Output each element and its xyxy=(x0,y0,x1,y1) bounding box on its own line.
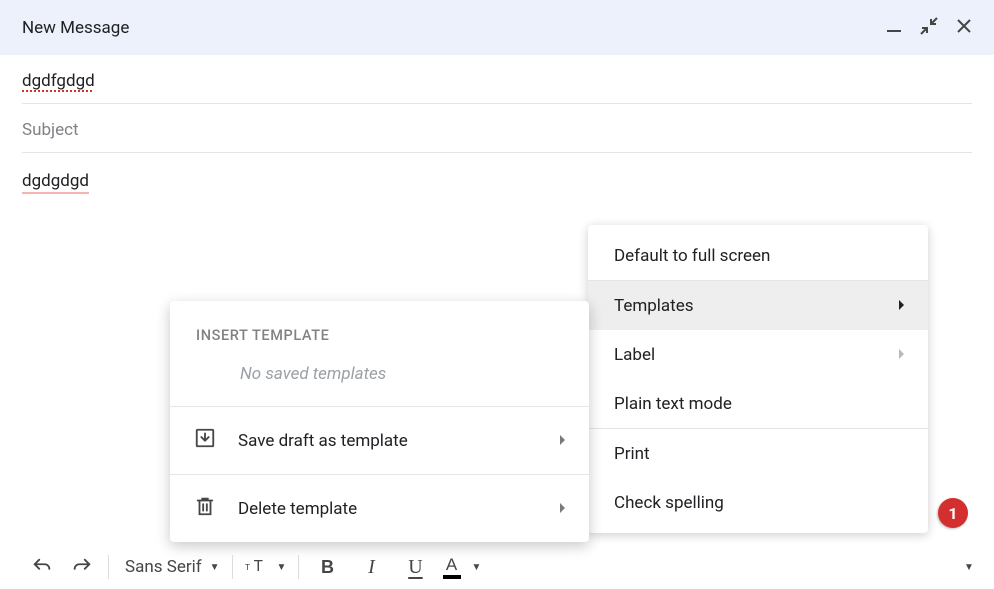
subject-placeholder: Subject xyxy=(22,120,79,140)
close-icon[interactable] xyxy=(956,18,972,38)
text-color-button[interactable]: A ▼ xyxy=(437,549,481,585)
more-send-options-button[interactable]: ▼ xyxy=(948,545,988,589)
text-color-icon: A xyxy=(437,556,465,579)
menu-item-label: Templates xyxy=(614,296,694,316)
font-style-group: B I U A ▼ xyxy=(305,549,481,585)
font-name: Sans Serif xyxy=(125,557,202,577)
minimize-icon[interactable] xyxy=(886,18,902,38)
italic-button[interactable]: I xyxy=(349,549,393,585)
recipients-value: dgdfgdgd xyxy=(22,71,95,91)
compose-titlebar: New Message xyxy=(0,0,994,55)
chevron-right-icon xyxy=(898,296,906,316)
menu-item-label: Plain text mode xyxy=(614,394,732,414)
trash-icon xyxy=(194,495,216,522)
menu-item-default-fullscreen[interactable]: Default to full screen xyxy=(588,231,928,280)
menu-item-label: Label xyxy=(614,345,655,365)
recipients-field[interactable]: dgdfgdgd xyxy=(22,55,972,104)
font-size-select[interactable]: TT ▼ xyxy=(239,549,293,585)
toolbar-separator xyxy=(298,555,299,579)
redo-button[interactable] xyxy=(62,549,102,585)
menu-item-delete-template[interactable]: Delete template xyxy=(170,475,589,542)
underline-button[interactable]: U xyxy=(393,549,437,585)
menu-item-save-draft-template[interactable]: Save draft as template xyxy=(170,407,589,474)
exit-fullscreen-icon[interactable] xyxy=(920,17,938,39)
notification-badge[interactable]: 1 xyxy=(938,498,968,528)
menu-item-templates[interactable]: Templates xyxy=(588,281,928,330)
undo-button[interactable] xyxy=(22,549,62,585)
formatting-toolbar: Sans Serif ▼ TT ▼ B I U A ▼ xyxy=(22,545,481,589)
bold-button[interactable]: B xyxy=(305,549,349,585)
svg-text:T: T xyxy=(253,557,262,575)
chevron-right-icon xyxy=(559,499,567,519)
chevron-down-icon: ▼ xyxy=(964,562,974,573)
chevron-down-icon: ▼ xyxy=(210,562,220,573)
subject-field[interactable]: Subject xyxy=(22,104,972,153)
window-controls xyxy=(886,17,972,39)
chevron-down-icon: ▼ xyxy=(277,562,287,573)
menu-item-check-spelling[interactable]: Check spelling xyxy=(588,478,928,527)
menu-item-label: Save draft as template xyxy=(238,431,408,451)
menu-item-print[interactable]: Print xyxy=(588,429,928,478)
chevron-right-icon xyxy=(898,345,906,365)
compose-fields: dgdfgdgd Subject xyxy=(0,55,994,153)
templates-header: INSERT TEMPLATE xyxy=(170,327,589,364)
save-draft-icon xyxy=(194,427,216,454)
font-family-select[interactable]: Sans Serif ▼ xyxy=(115,549,226,585)
compose-title: New Message xyxy=(22,18,129,38)
badge-count: 1 xyxy=(948,504,957,523)
compose-body[interactable]: dgdgdgd xyxy=(0,153,994,209)
menu-item-label: Print xyxy=(614,444,650,464)
chevron-right-icon xyxy=(559,431,567,451)
chevron-down-icon: ▼ xyxy=(472,562,482,573)
body-value: dgdgdgd xyxy=(22,171,89,194)
menu-item-label: Delete template xyxy=(238,499,357,519)
menu-item-label: Default to full screen xyxy=(614,246,770,266)
templates-empty-text: No saved templates xyxy=(170,364,589,406)
more-options-menu: Default to full screen Templates Label P… xyxy=(588,225,928,533)
menu-item-label-submenu[interactable]: Label xyxy=(588,330,928,379)
svg-text:T: T xyxy=(245,563,250,573)
menu-item-plain-text[interactable]: Plain text mode xyxy=(588,379,928,428)
text-size-icon: TT xyxy=(245,555,271,579)
menu-item-label: Check spelling xyxy=(614,493,724,513)
toolbar-separator xyxy=(232,555,233,579)
toolbar-separator xyxy=(108,555,109,579)
templates-submenu: INSERT TEMPLATE No saved templates Save … xyxy=(170,301,589,542)
